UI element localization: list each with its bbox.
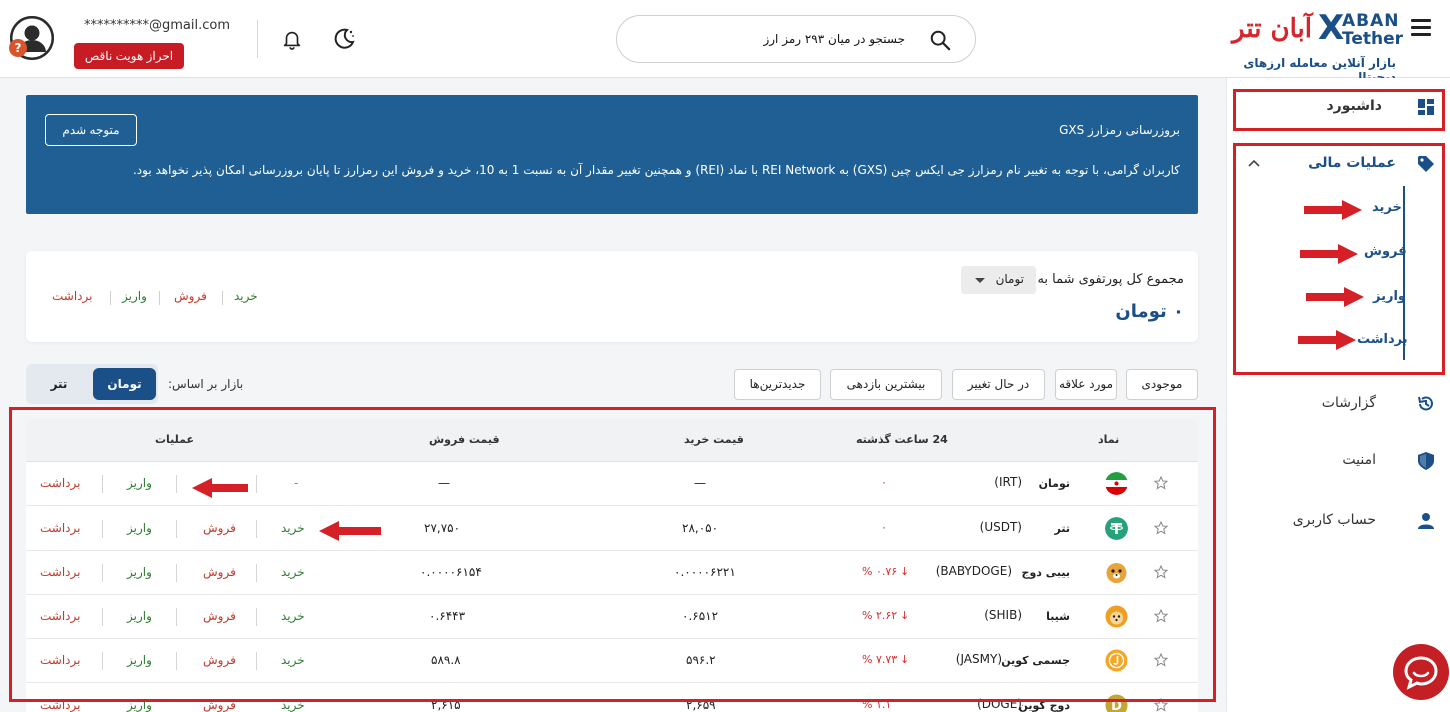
divider: [159, 291, 160, 305]
chat-icon: [1404, 656, 1438, 690]
arrow-icon: [1304, 200, 1362, 220]
currency-select[interactable]: تومان: [961, 266, 1036, 294]
portfolio-deposit-link[interactable]: واریز: [122, 289, 147, 303]
logo-text-fa: آبان تتر: [1232, 14, 1312, 44]
portfolio-total: ۰ تومان: [1115, 301, 1184, 322]
notice-title: بروزرسانی رمزارز GXS: [1059, 123, 1180, 137]
caret-down-icon: [975, 278, 985, 283]
header: آبان تتر X ABAN Tether بازار آنلاین معام…: [0, 0, 1450, 84]
logo-x: X: [1318, 8, 1345, 48]
support-chat-button[interactable]: [1393, 644, 1449, 700]
sidebar-label-security: امنیت: [1342, 452, 1376, 468]
kyc-status-button[interactable]: احراز هویت ناقص: [74, 43, 184, 69]
portfolio-card: مجموع کل پورتفوی شما به تومان ۰ تومان خر…: [26, 251, 1198, 342]
portfolio-withdraw-link[interactable]: برداشت: [52, 289, 92, 303]
menu-icon[interactable]: [1411, 19, 1431, 37]
tab-newest[interactable]: جدیدترین‌ها: [734, 369, 821, 400]
toggle-toman[interactable]: تومان: [93, 368, 156, 400]
tab-favorites[interactable]: مورد علاقه: [1055, 369, 1117, 400]
tab-balance[interactable]: موجودی: [1126, 369, 1198, 400]
logo-text-aban: ABAN: [1342, 11, 1400, 31]
currency-select-value: تومان: [995, 272, 1024, 286]
arrow-icon: [319, 521, 381, 541]
logo[interactable]: آبان تتر X ABAN Tether: [1232, 8, 1404, 50]
notice-banner: بروزرسانی رمزارز GXS کاربران گرامی، با ت…: [26, 95, 1198, 214]
sidebar-item-account[interactable]: حساب کاربری: [1246, 507, 1436, 537]
shield-icon: [1418, 452, 1434, 470]
moon-icon[interactable]: [332, 27, 356, 51]
arrow-icon: [192, 478, 248, 498]
arrow-icon: [1298, 330, 1356, 350]
sidebar-item-security[interactable]: امنیت: [1246, 447, 1436, 477]
user-email: **********@gmail.com: [84, 18, 231, 33]
highlight-box-dashboard: [1233, 89, 1445, 131]
bell-icon[interactable]: [281, 27, 303, 51]
highlight-box-table: [9, 407, 1216, 702]
tab-top-gainers[interactable]: بیشترین بازدهی: [830, 369, 942, 400]
history-icon: [1418, 396, 1433, 411]
search-bar[interactable]: جستجو در میان ۲۹۳ رمز ارز: [616, 15, 976, 63]
arrow-icon: [1306, 287, 1364, 307]
sidebar-label-reports: گزارشات: [1321, 395, 1376, 411]
search-icon[interactable]: [929, 29, 951, 51]
dismiss-notice-button[interactable]: متوجه شدم: [45, 114, 137, 146]
toggle-tether[interactable]: تتر: [26, 368, 92, 400]
search-input[interactable]: جستجو در میان ۲۹۳ رمز ارز: [763, 32, 905, 46]
logo-text-tether: Tether: [1342, 29, 1404, 49]
divider: [222, 291, 223, 305]
portfolio-title: مجموع کل پورتفوی شما به: [1037, 272, 1184, 287]
arrow-icon: [1300, 244, 1358, 264]
help-badge[interactable]: ?: [9, 39, 27, 57]
user-icon: [1418, 513, 1434, 529]
divider: [110, 291, 111, 305]
notice-text: کاربران گرامی، با توجه به تغییر نام رمزا…: [132, 163, 1180, 177]
sidebar-label-account: حساب کاربری: [1292, 512, 1376, 528]
market-basis-label: بازار بر اساس:: [168, 377, 244, 391]
header-divider: [257, 20, 258, 58]
market-toggle[interactable]: تومان تتر: [26, 364, 158, 404]
tab-changing[interactable]: در حال تغییر: [952, 369, 1045, 400]
portfolio-sell-link[interactable]: فروش: [174, 289, 207, 303]
sidebar-item-reports[interactable]: گزارشات: [1246, 390, 1436, 420]
portfolio-buy-link[interactable]: خرید: [234, 289, 258, 303]
